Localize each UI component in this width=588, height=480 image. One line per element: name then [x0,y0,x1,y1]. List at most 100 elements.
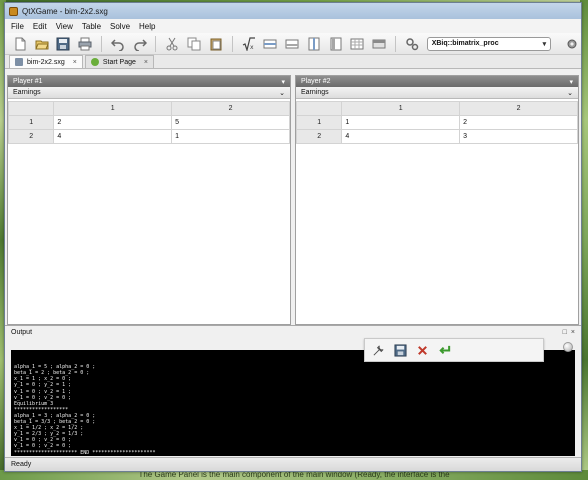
open-file-icon[interactable] [33,35,51,53]
app-window: QtXGame - bim-2x2.sxg File Edit View Tab… [4,2,582,472]
delete-column-icon[interactable] [327,35,345,53]
player-1-matrix: 1 2 1 2 5 2 4 1 [7,101,290,144]
float-icon[interactable]: □ [563,329,567,336]
column-header[interactable]: 2 [171,101,290,116]
menu-help[interactable]: Help [139,22,155,31]
player-2-pane: Player #2 ▾ Earnings ⌄ 1 2 1 1 2 2 4 3 [295,75,579,325]
svg-text:x: x [250,44,254,51]
column-header[interactable]: 1 [341,101,461,116]
chevron-down-icon: ▾ [542,40,547,48]
title-bar[interactable]: QtXGame - bim-2x2.sxg [5,3,581,19]
player-1-title: Player #1 [13,78,43,85]
settings-icon[interactable] [563,35,581,53]
tab-start-page[interactable]: Start Page × [84,55,154,68]
console-line: ********************* END **************… [14,449,156,456]
app-icon [9,6,18,16]
tab-bim-2x2[interactable]: bim-2x2.sxg × [9,55,83,68]
return-icon[interactable] [436,342,452,358]
close-icon[interactable]: × [571,329,575,336]
players-area: Player #1 ▾ Earnings ⌄ 1 2 1 2 5 2 4 1 P… [5,75,581,325]
menu-file[interactable]: File [11,22,24,31]
undo-icon[interactable] [109,35,127,53]
table-row: 2 4 1 [7,129,290,144]
toolbar-separator [155,35,157,52]
column-header[interactable]: 1 [53,101,173,116]
close-icon[interactable]: × [144,59,148,66]
clear-icon[interactable] [414,342,430,358]
player-2-earnings-label: Earnings [301,89,329,96]
print-icon[interactable] [76,35,94,53]
solver-select[interactable]: XBiq::bimatrix_proc ▾ [426,36,552,51]
matrix-corner[interactable] [7,101,55,116]
status-bar: Ready [5,457,581,471]
player-1-earnings-label: Earnings [13,89,41,96]
matrix-cell[interactable]: 4 [53,129,173,144]
formula-icon[interactable]: x [240,35,258,53]
row-header[interactable]: 2 [295,129,343,144]
menu-solve[interactable]: Solve [110,22,130,31]
output-title-bar[interactable]: Output □ × [5,326,581,338]
chevron-down-icon[interactable]: ▾ [569,78,573,86]
matrix-corner[interactable] [295,101,343,116]
column-header[interactable]: 2 [459,101,578,116]
new-file-icon[interactable] [11,35,29,53]
cut-icon[interactable] [163,35,181,53]
matrix-cell[interactable]: 1 [171,129,290,144]
player-2-matrix: 1 2 1 1 2 2 4 3 [295,101,578,144]
player-2-earnings-header[interactable]: Earnings ⌄ [296,87,578,99]
matrix-cell[interactable]: 2 [53,115,173,130]
scroll-handle[interactable] [563,342,573,352]
insert-column-icon[interactable] [305,35,323,53]
player-1-earnings-header[interactable]: Earnings ⌄ [8,87,290,99]
menu-edit[interactable]: Edit [33,22,47,31]
document-icon [15,58,23,66]
chevron-down-icon[interactable]: ▾ [281,78,285,86]
table-props-icon[interactable] [370,35,388,53]
tab-label: bim-2x2.sxg [27,58,65,66]
table-icon[interactable] [348,35,366,53]
table-row: 2 4 3 [295,129,578,144]
matrix-cell[interactable]: 1 [341,115,461,130]
matrix-cell[interactable]: 5 [171,115,290,130]
status-text: Ready [11,461,32,468]
matrix-cell[interactable]: 4 [341,129,461,144]
start-page-icon [90,58,99,66]
console-lines: alpha_1 = 5 ; alpha_2 = 0 ; beta_1 = 2 ; … [14,364,572,455]
tab-label: Start Page [102,58,136,66]
tools-icon[interactable] [370,342,386,358]
paste-icon[interactable] [207,35,225,53]
close-icon[interactable]: × [73,59,77,66]
player-1-pane: Player #1 ▾ Earnings ⌄ 1 2 1 2 5 2 4 1 [7,75,291,325]
matrix-cell[interactable]: 3 [459,129,578,144]
toolbar-separator [231,35,233,52]
solver-select-value: XBiq::bimatrix_proc [431,40,499,47]
row-header[interactable]: 2 [7,129,55,144]
insert-row-icon[interactable] [261,35,279,53]
output-window-controls: □ × [563,329,575,336]
player-1-header[interactable]: Player #1 ▾ [8,76,290,87]
toolbar-separator [101,35,102,52]
menu-table[interactable]: Table [82,22,101,31]
table-row: 1 2 5 [7,115,290,130]
player-2-header[interactable]: Player #2 ▾ [296,76,578,87]
window-title: QtXGame - bim-2x2.sxg [22,6,108,16]
player-2-title: Player #2 [301,78,331,85]
output-console[interactable]: alpha_1 = 5 ; alpha_2 = 0 ; beta_1 = 2 ; … [11,350,575,456]
toolbar-separator [394,35,396,52]
delete-row-icon[interactable] [283,35,301,53]
menu-bar: File Edit View Table Solve Help [5,19,581,33]
row-header[interactable]: 1 [295,115,343,130]
matrix-cell[interactable]: 2 [459,115,578,130]
save-icon[interactable] [55,35,73,53]
save-icon[interactable] [392,342,408,358]
row-header[interactable]: 1 [7,115,55,130]
solver-icon[interactable] [403,35,421,53]
output-panel: Output □ × alpha_1 = 5 ; alpha_2 = 0 ; be… [5,325,581,457]
toolbar: x XBiq::bimatrix_proc ▾ [5,33,581,55]
copy-icon[interactable] [185,35,203,53]
redo-icon[interactable] [131,35,149,53]
menu-view[interactable]: View [56,22,73,31]
table-row: 1 1 2 [295,115,578,130]
chevron-down-icon[interactable]: ⌄ [567,89,573,97]
chevron-down-icon[interactable]: ⌄ [279,89,285,97]
